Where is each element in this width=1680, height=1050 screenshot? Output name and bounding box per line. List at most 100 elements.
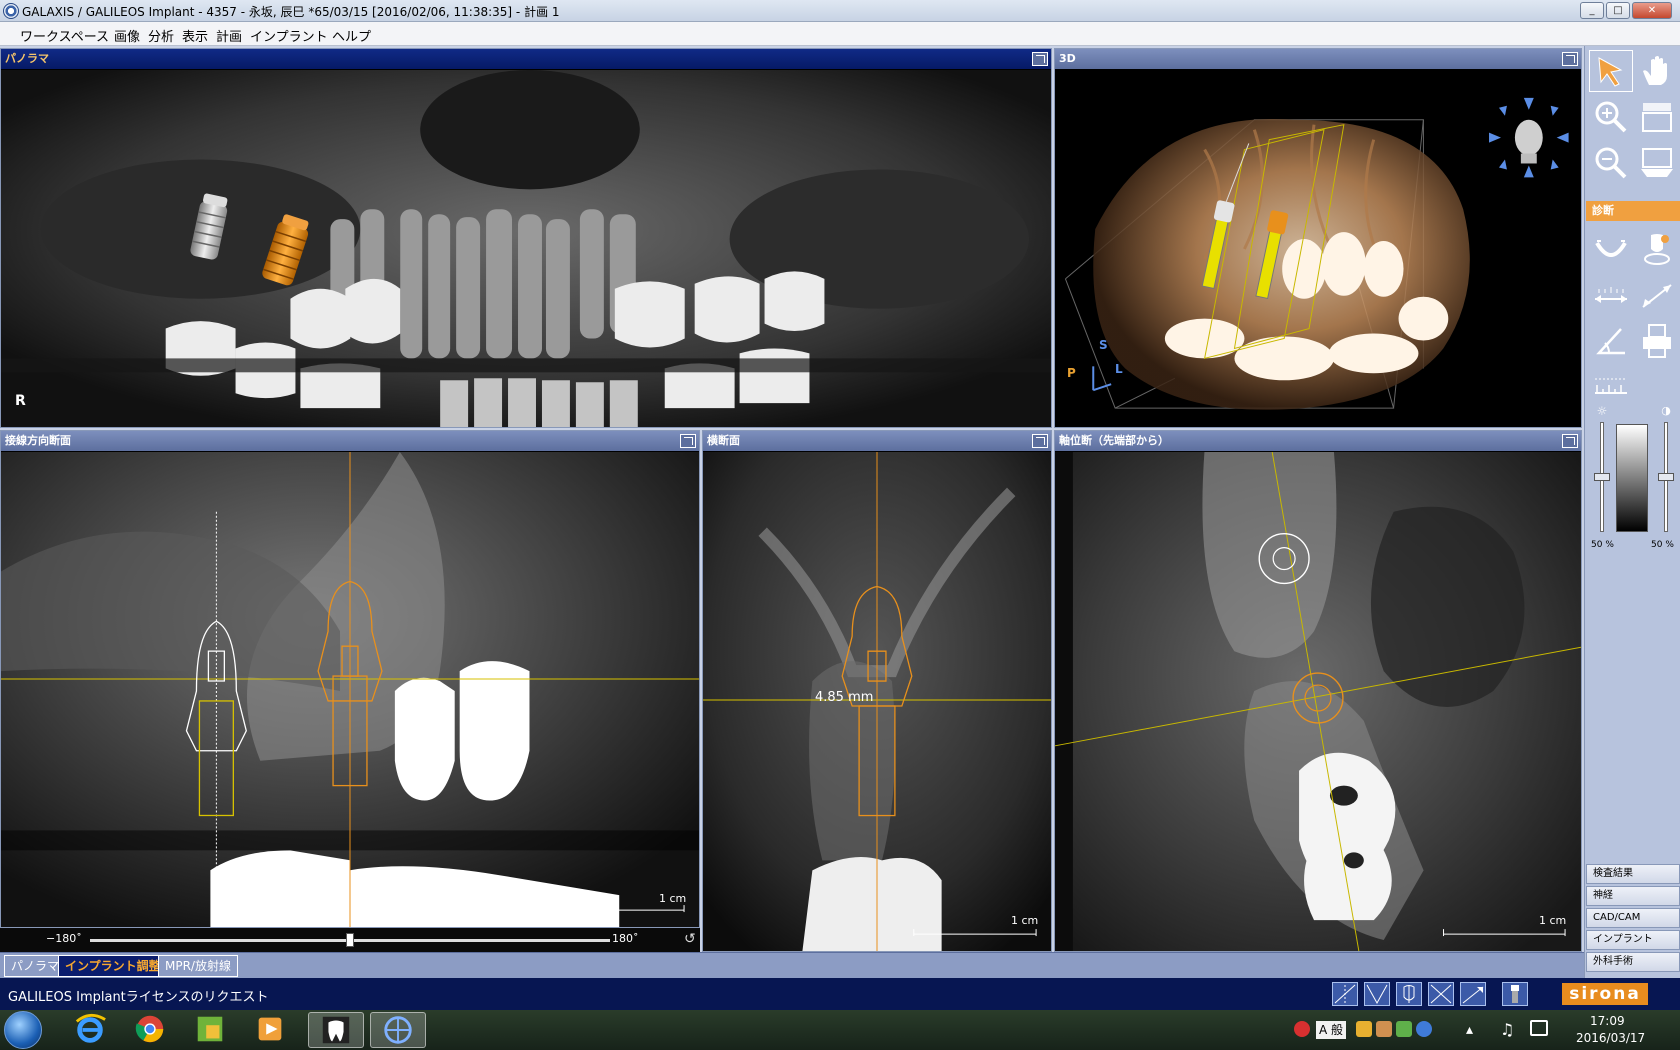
side-tab-findings[interactable]: 検査結果 (1586, 864, 1680, 884)
menu-view[interactable]: 表示 (182, 26, 208, 45)
taskbar-dental-app[interactable] (308, 1012, 364, 1048)
ime-mode-indicator[interactable]: A 般 (1316, 1021, 1347, 1039)
hand-icon (1643, 56, 1667, 85)
tooth-nerve-icon (1644, 234, 1670, 265)
axial-panel[interactable]: 軸位断（先端部から） 1 cm (1054, 430, 1582, 952)
menu-help[interactable]: ヘルプ (332, 26, 371, 45)
maximize-axial-icon[interactable] (1562, 434, 1578, 448)
minimize-button[interactable]: _ (1580, 2, 1604, 19)
angle-measure-tool[interactable] (1589, 320, 1633, 362)
view3d-header: 3D (1055, 49, 1581, 69)
layout-view-3-button[interactable] (1396, 982, 1422, 1006)
tab-panorama[interactable]: パノラマ (4, 955, 67, 977)
layout-view-1-button[interactable] (1332, 982, 1358, 1006)
layout-view-2-button[interactable] (1364, 982, 1390, 1006)
media-player-icon (258, 1017, 282, 1041)
rotation-min-label: −180˚ (46, 932, 82, 945)
axial-viewport[interactable]: 1 cm (1055, 452, 1581, 951)
ime-tool-icon (197, 1016, 223, 1042)
arrow-pointer-icon (1598, 57, 1623, 87)
menu-workspace[interactable]: ワークスペース (20, 26, 109, 45)
rotate-reset-icon[interactable]: ↺ (684, 932, 698, 948)
transverse-viewport[interactable]: 4.85 mm 1 cm (703, 452, 1051, 951)
network-icon[interactable] (1530, 1020, 1548, 1036)
maximize-tangential-icon[interactable] (680, 434, 696, 448)
taskbar-japanese-input[interactable] (182, 1012, 238, 1048)
tab-implant-adjust[interactable]: インプラント調整 (58, 955, 168, 977)
contrast-slider-thumb[interactable] (1658, 473, 1674, 481)
print-tool[interactable] (1635, 320, 1679, 362)
brightness-slider-thumb[interactable] (1594, 473, 1610, 481)
tray-ime-tools-icon[interactable] (1376, 1021, 1392, 1037)
maximize-transverse-icon[interactable] (1032, 434, 1048, 448)
pan-hand-tool[interactable] (1635, 50, 1679, 92)
windows-taskbar: A 般 ▴ ♫ 17:09 2016/03/17 (0, 1010, 1680, 1050)
tooth-section-icon (1403, 985, 1415, 1003)
menu-image[interactable]: 画像 (114, 26, 140, 45)
start-button[interactable] (4, 1011, 42, 1049)
transverse-panel[interactable]: 横断面 4.85 mm 1 cm (702, 430, 1052, 952)
app-window: GALAXIS / GALILEOS Implant - 4357 - 永坂, … (0, 0, 1680, 1050)
taskbar-ie[interactable] (62, 1012, 118, 1048)
side-tab-cadcam[interactable]: CAD/CAM (1586, 908, 1680, 928)
view3d-viewport[interactable]: S P L (1055, 70, 1581, 427)
status-message: GALILEOS Implantライセンスのリクエスト (8, 990, 269, 1005)
zoom-in-tool[interactable] (1589, 96, 1633, 138)
panorama-viewport[interactable]: R (1, 70, 1051, 427)
menu-implant[interactable]: インプラント (250, 26, 328, 45)
select-pointer-tool[interactable] (1589, 50, 1633, 92)
tray-help-icon[interactable] (1416, 1021, 1432, 1037)
tray-ime-dictionary-icon[interactable] (1356, 1021, 1372, 1037)
taskbar-galaxis[interactable] (370, 1012, 426, 1048)
tray-alert-icon[interactable] (1294, 1021, 1310, 1037)
axis-superior-label: S (1099, 338, 1108, 352)
rotation-slider-thumb[interactable] (346, 933, 354, 947)
layout-view-5-button[interactable] (1460, 982, 1486, 1006)
tangential-header: 接線方向断面 (1, 431, 699, 451)
taskbar-chrome[interactable] (122, 1012, 178, 1048)
maximize-panorama-icon[interactable] (1032, 52, 1048, 66)
side-tab-implant[interactable]: インプラント (1586, 930, 1680, 950)
tangential-panel[interactable]: 接線方向断面 1 cm (0, 430, 700, 928)
galaxis-app-icon[interactable] (3, 3, 19, 19)
distance-measure-tool[interactable] (1589, 274, 1633, 316)
view3d-panel[interactable]: 3D S P L (1054, 48, 1582, 428)
zoom-out-tool[interactable] (1589, 142, 1633, 184)
close-button[interactable]: ✕ (1632, 2, 1672, 19)
menu-analysis[interactable]: 分析 (148, 26, 174, 45)
layer-top-tool[interactable] (1635, 96, 1679, 138)
axial-scale-label: 1 cm (1539, 914, 1567, 927)
tab-mpr-radiology[interactable]: MPR/放射線 (158, 955, 238, 977)
tray-expand-icon[interactable]: ▴ (1466, 1022, 1473, 1038)
menu-bar: ワークスペース 画像 分析 表示 計画 インプラント ヘルプ (0, 22, 1680, 46)
layout-view-4-button[interactable] (1428, 982, 1454, 1006)
printer-icon (1643, 324, 1671, 358)
layer-bottom-tool[interactable] (1635, 142, 1679, 184)
contrast-icon: ◑ (1661, 404, 1671, 417)
nerve-tool[interactable] (1635, 228, 1679, 270)
maximize-button[interactable]: □ (1606, 2, 1630, 19)
implant-library-button[interactable] (1502, 982, 1528, 1006)
scale-tool[interactable] (1589, 364, 1633, 406)
clock-date[interactable]: 2016/03/17 (1576, 1031, 1645, 1045)
rotation-slider-track[interactable] (90, 933, 610, 947)
tangential-viewport[interactable]: 1 cm (1, 452, 699, 927)
brightness-icon: ☼ (1596, 404, 1608, 418)
arch-tool[interactable] (1589, 228, 1633, 270)
panorama-panel[interactable]: パノラマ R (0, 48, 1052, 428)
tray-ime-pad-icon[interactable] (1396, 1021, 1412, 1037)
taskbar-media-player[interactable] (242, 1012, 298, 1048)
grayscale-ramp (1616, 424, 1648, 532)
volume-icon[interactable]: ♫ (1500, 1020, 1514, 1039)
maximize-3d-icon[interactable] (1562, 52, 1578, 66)
clock-time[interactable]: 17:09 (1590, 1014, 1625, 1028)
axis-left-label: L (1115, 362, 1123, 376)
dental-arch-icon (1595, 240, 1627, 257)
curve-measure-tool[interactable] (1635, 274, 1679, 316)
panorama-header: パノラマ (1, 49, 1051, 69)
menu-plan[interactable]: 計画 (216, 26, 242, 45)
workspace-tabs: パノラマ インプラント調整 MPR/放射線 (0, 952, 1584, 978)
side-tab-surgery[interactable]: 外科手術 (1586, 952, 1680, 972)
rotation-slider-bar: −180˚ 180˚ ↺ (0, 928, 700, 952)
side-tab-nerve[interactable]: 神経 (1586, 886, 1680, 906)
